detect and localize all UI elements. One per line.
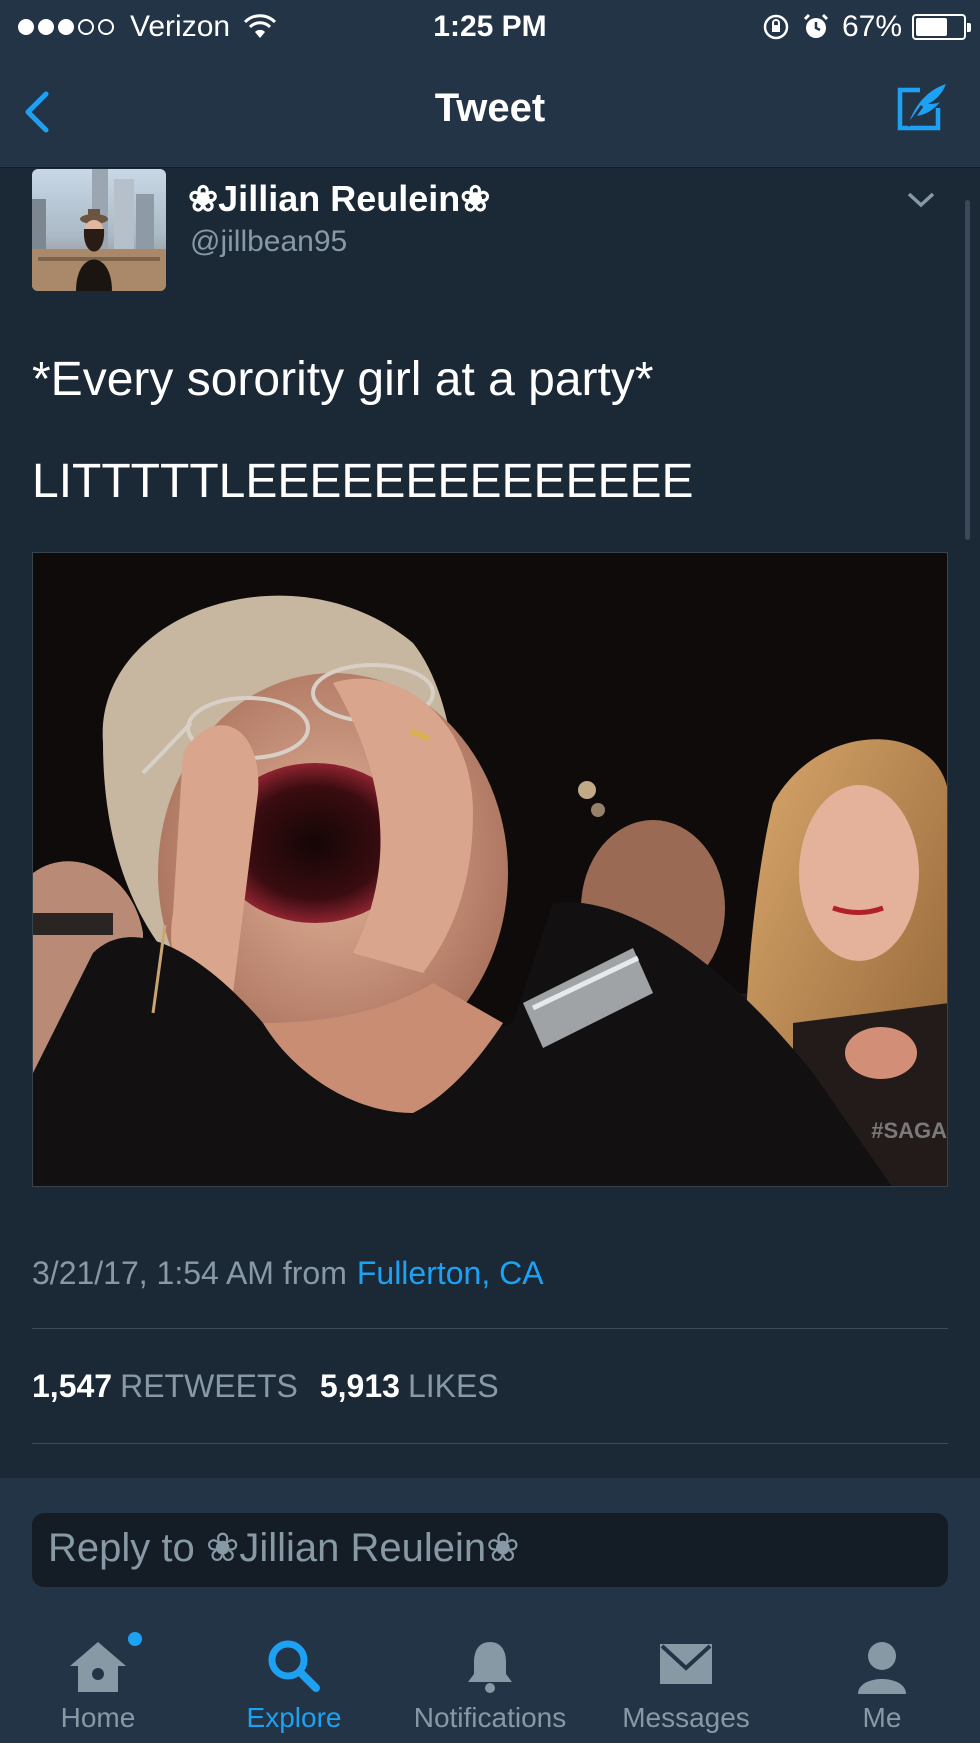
tab-label: Messages [622, 1702, 750, 1733]
display-name[interactable]: ❀Jillian Reulein❀ [188, 178, 490, 220]
tab-explore[interactable]: Explore [196, 1602, 392, 1743]
alarm-icon [803, 13, 829, 38]
media-watermark: #SAGA [871, 1118, 947, 1143]
tweet-timestamp: 3/21/17, 1:54 AM from [32, 1255, 347, 1291]
search-icon [268, 1640, 320, 1692]
tweet-location-link[interactable]: Fullerton, CA [357, 1255, 544, 1291]
tab-home[interactable]: Home [0, 1602, 196, 1743]
likes-stat[interactable]: 5,913 LIKES [320, 1368, 521, 1404]
person-icon [858, 1642, 906, 1694]
home-icon [70, 1642, 126, 1692]
envelope-icon [660, 1644, 712, 1684]
battery-percent: 67% [841, 10, 902, 43]
user-handle[interactable]: @jillbean95 [190, 225, 347, 259]
tab-label: Explore [246, 1702, 342, 1733]
tab-notifications[interactable]: Notifications [392, 1602, 588, 1743]
avatar[interactable] [32, 169, 166, 291]
navigation-bar: Tweet [0, 56, 980, 168]
home-notification-dot [128, 1632, 142, 1646]
retweets-label: RETWEETS [120, 1368, 298, 1404]
status-right: 67% [762, 10, 971, 44]
divider [32, 1443, 948, 1444]
compose-tweet-button[interactable] [888, 76, 952, 140]
tab-me[interactable]: Me [784, 1602, 980, 1743]
engagement-stats: 1,547 RETWEETS 5,913 LIKES [32, 1368, 521, 1405]
status-bar: Verizon 1:25 PM 67% [0, 0, 980, 56]
likes-label: LIKES [407, 1368, 499, 1404]
bell-icon [468, 1642, 512, 1693]
tweet-text-line: *Every sorority girl at a party* [32, 353, 654, 406]
tab-label: Notifications [413, 1702, 567, 1733]
chevron-down-icon[interactable] [906, 190, 936, 210]
tweet-media-image[interactable]: #SAGA [32, 552, 948, 1187]
tab-label: Home [60, 1702, 136, 1733]
retweets-count: 1,547 [32, 1368, 113, 1404]
battery-icon [912, 14, 971, 40]
tweet-detail: ❀Jillian Reulein❀ @jillbean95 *Every sor… [0, 168, 980, 1478]
divider [32, 1328, 948, 1329]
tweet-text-line: LITTTTTLEEEEEEEEEEEEEE [32, 455, 694, 508]
reply-bar: Reply to ❀Jillian Reulein❀ [0, 1478, 980, 1602]
likes-count: 5,913 [319, 1368, 400, 1404]
tweet-metadata: 3/21/17, 1:54 AM from Fullerton, CA [32, 1255, 544, 1292]
tab-messages[interactable]: Messages [588, 1602, 784, 1743]
orientation-lock-icon [763, 14, 789, 40]
retweets-stat[interactable]: 1,547 RETWEETS [32, 1368, 320, 1404]
scrollbar[interactable] [965, 200, 970, 540]
tab-bar: Home Explore Notifications Messages Me [0, 1602, 980, 1743]
page-title: Tweet [434, 86, 546, 130]
tab-label: Me [862, 1702, 902, 1733]
reply-input[interactable]: Reply to ❀Jillian Reulein❀ [32, 1513, 948, 1587]
